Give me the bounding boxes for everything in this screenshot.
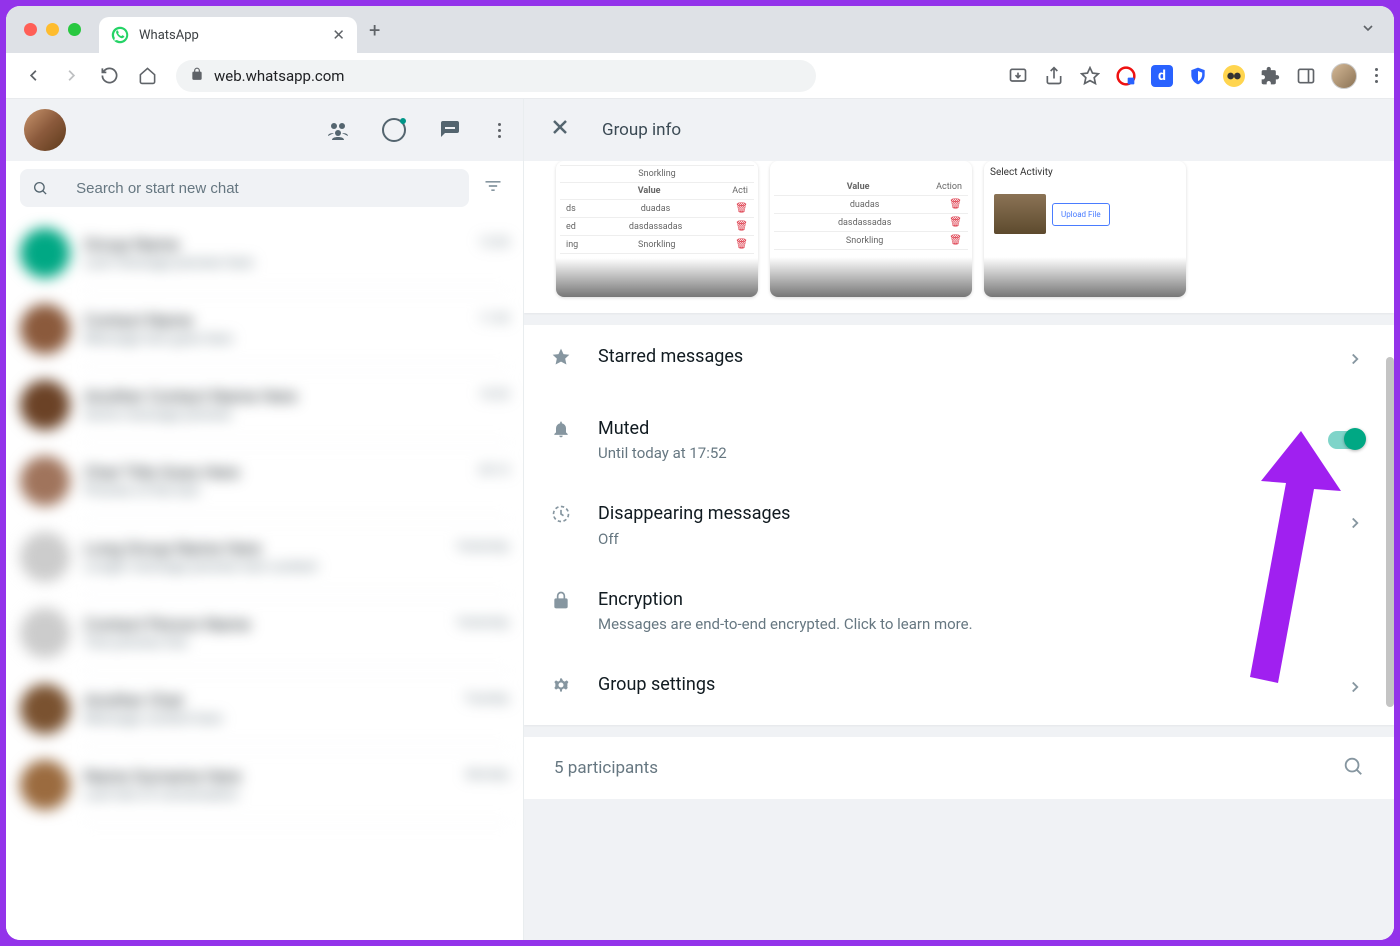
search-row <box>6 161 523 215</box>
group-settings-label: Group settings <box>598 673 1320 696</box>
search-box[interactable] <box>20 169 469 207</box>
close-tab-button[interactable]: ✕ <box>332 26 345 44</box>
chat-item[interactable]: Contact Name11:45Message text goes here <box>6 291 523 367</box>
settings-block: Starred messages Muted Until today at 17… <box>524 325 1394 725</box>
sidepanel-icon[interactable] <box>1295 65 1317 87</box>
chat-item[interactable]: Another Contact Name Here10:20Some messa… <box>6 367 523 443</box>
tab-title: WhatsApp <box>139 28 199 43</box>
chevron-right-icon <box>1346 350 1364 372</box>
whatsapp-favicon <box>111 26 129 44</box>
extension-opera-icon[interactable] <box>1115 65 1137 87</box>
chat-item[interactable]: Name Surname HereMondayLast text of conv… <box>6 747 523 823</box>
search-participants-icon[interactable] <box>1342 755 1364 781</box>
disappearing-label: Disappearing messages <box>598 502 1320 525</box>
lock-icon <box>190 67 204 85</box>
browser-tab[interactable]: WhatsApp ✕ <box>99 17 357 53</box>
scrollbar[interactable] <box>1386 357 1394 707</box>
search-icon <box>32 179 48 197</box>
encryption-sub: Messages are end-to-end encrypted. Click… <box>598 615 1364 633</box>
muted-row[interactable]: Muted Until today at 17:52 <box>524 397 1394 482</box>
filter-icon[interactable] <box>477 170 509 206</box>
close-panel-button[interactable] <box>548 115 572 145</box>
url-field[interactable]: web.whatsapp.com <box>176 60 816 92</box>
mute-toggle[interactable] <box>1328 431 1364 449</box>
menu-icon[interactable] <box>494 119 505 142</box>
encryption-row[interactable]: Encryption Messages are end-to-end encry… <box>524 568 1394 653</box>
participants-block: 5 participants <box>524 737 1394 799</box>
new-tab-button[interactable]: + <box>369 18 380 42</box>
search-input[interactable] <box>76 180 457 197</box>
lock-icon <box>550 588 572 610</box>
tab-bar: WhatsApp ✕ + <box>6 6 1394 53</box>
gear-icon <box>550 673 572 695</box>
maximize-window-button[interactable] <box>68 23 81 36</box>
share-icon[interactable] <box>1043 65 1065 87</box>
chat-item[interactable]: Contact Person NameYesterdayText preview… <box>6 595 523 671</box>
install-app-icon[interactable] <box>1007 65 1029 87</box>
close-window-button[interactable] <box>24 23 37 36</box>
encryption-label: Encryption <box>598 588 1364 611</box>
extension-goggles-icon[interactable] <box>1223 65 1245 87</box>
panel-body[interactable]: Snorkling ValueActi dsduadas🗑 eddasdassa… <box>524 161 1394 940</box>
chevron-right-icon <box>1346 678 1364 700</box>
whatsapp-app: Group Name12:30Last message preview here… <box>6 99 1394 940</box>
chevron-right-icon <box>1346 514 1364 536</box>
extension-d-icon[interactable]: d <box>1151 65 1173 87</box>
my-avatar[interactable] <box>24 109 66 151</box>
communities-icon[interactable] <box>326 118 350 142</box>
toolbar-icons: d <box>1007 63 1382 89</box>
reload-button[interactable] <box>94 61 124 91</box>
extension-shield-icon[interactable] <box>1187 65 1209 87</box>
participants-count: 5 participants <box>554 758 658 778</box>
new-chat-icon[interactable] <box>438 118 462 142</box>
panel-title: Group info <box>602 120 681 140</box>
starred-label: Starred messages <box>598 345 1320 368</box>
left-header <box>6 99 523 161</box>
chat-item[interactable]: Group Name12:30Last message preview here <box>6 215 523 291</box>
profile-avatar-button[interactable] <box>1331 63 1357 89</box>
disappearing-sub: Off <box>598 530 1320 548</box>
bell-icon <box>550 417 572 439</box>
starred-messages-row[interactable]: Starred messages <box>524 325 1394 397</box>
panel-header: Group info <box>524 99 1394 161</box>
media-thumb[interactable]: Snorkling ValueActi dsduadas🗑 eddasdassa… <box>556 161 758 297</box>
group-info-panel: Group info Snorkling ValueActi dsduadas🗑… <box>524 99 1394 940</box>
group-settings-row[interactable]: Group settings <box>524 653 1394 725</box>
window-controls <box>24 23 81 36</box>
tab-overflow-button[interactable] <box>1354 14 1382 46</box>
address-bar: web.whatsapp.com d <box>6 53 1394 99</box>
browser-window: WhatsApp ✕ + web.whatsapp.com d <box>6 6 1394 940</box>
disappearing-row[interactable]: Disappearing messages Off <box>524 482 1394 567</box>
chat-list-panel: Group Name12:30Last message preview here… <box>6 99 524 940</box>
bookmark-icon[interactable] <box>1079 65 1101 87</box>
forward-button[interactable] <box>56 61 86 91</box>
extensions-menu-icon[interactable] <box>1259 65 1281 87</box>
chat-item[interactable]: Long Group Name HereYesterdayLonger mess… <box>6 519 523 595</box>
back-button[interactable] <box>18 61 48 91</box>
home-button[interactable] <box>132 61 162 91</box>
star-icon <box>550 345 572 367</box>
muted-label: Muted <box>598 417 1302 440</box>
media-thumb[interactable]: ValueAction duadas🗑 dasdassadas🗑 Snorkli… <box>770 161 972 297</box>
chat-list[interactable]: Group Name12:30Last message preview here… <box>6 215 523 940</box>
chat-item[interactable]: Chat Title Goes Here09:15Preview of the … <box>6 443 523 519</box>
chat-item[interactable]: Another ChatTuesdayMessage content here <box>6 671 523 747</box>
browser-menu-button[interactable] <box>1371 64 1382 87</box>
muted-sub: Until today at 17:52 <box>598 444 1302 462</box>
media-thumb[interactable]: Select Activity Upload File <box>984 161 1186 297</box>
minimize-window-button[interactable] <box>46 23 59 36</box>
status-icon[interactable] <box>382 118 406 142</box>
url-text: web.whatsapp.com <box>214 67 344 85</box>
timer-icon <box>550 502 572 524</box>
media-thumbnails: Snorkling ValueActi dsduadas🗑 eddasdassa… <box>524 161 1394 313</box>
